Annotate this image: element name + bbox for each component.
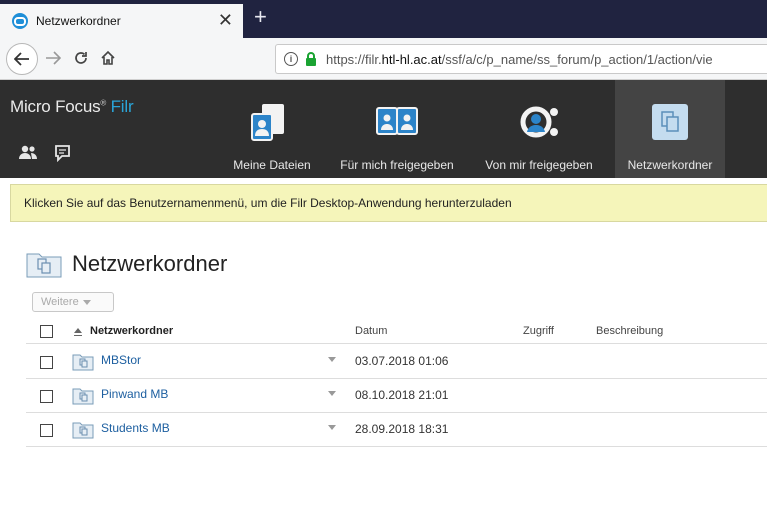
- row-menu-icon[interactable]: [328, 391, 336, 396]
- users-icon[interactable]: [18, 144, 38, 160]
- weitere-button[interactable]: Weitere: [32, 292, 114, 312]
- page-title-text: Netzwerkordner: [72, 251, 228, 276]
- shared-by-me-icon: [520, 106, 558, 138]
- arrow-right-icon: [46, 51, 61, 65]
- tab-title: Netzwerkordner: [36, 14, 121, 28]
- row-checkbox[interactable]: [40, 356, 53, 369]
- browser-nav-bar: i https://filr.htl-hl.ac.at/ssf/a/c/p_na…: [0, 38, 767, 80]
- url-text: https://filr.htl-hl.ac.at/ssf/a/c/p_name…: [326, 51, 713, 67]
- info-message: Klicken Sie auf das Benutzernamenmenü, u…: [24, 196, 512, 210]
- reload-button[interactable]: [70, 47, 92, 69]
- row-menu-icon[interactable]: [328, 425, 336, 430]
- table-row[interactable]: Students MB 28.09.2018 18:31: [26, 413, 767, 447]
- comment-icon[interactable]: [54, 144, 72, 162]
- arrow-left-icon: [14, 52, 29, 66]
- download-info-bar: Klicken Sie auf das Benutzernamenmenü, u…: [10, 184, 767, 222]
- row-date: 08.10.2018 21:01: [355, 388, 449, 402]
- column-zugriff[interactable]: Zugriff: [523, 325, 554, 337]
- my-files-icon: [251, 104, 284, 141]
- page-title: Netzwerkordner: [26, 250, 227, 278]
- row-date: 03.07.2018 01:06: [355, 354, 449, 368]
- forward-button[interactable]: [42, 47, 64, 69]
- shared-with-me-icon: [376, 107, 418, 135]
- tab-label: Von mir freigegeben: [485, 158, 593, 172]
- filr-header: Micro Focus® Filr Meine Dateien Für mich…: [0, 80, 767, 178]
- caret-down-icon: [82, 299, 91, 305]
- select-all-checkbox[interactable]: [40, 325, 53, 338]
- table-header: Netzwerkordner Datum Zugriff Beschreibun…: [26, 320, 767, 344]
- tab-von-mir-freigegeben[interactable]: Von mir freigegeben: [474, 80, 604, 178]
- row-date: 28.09.2018 18:31: [355, 422, 449, 436]
- row-checkbox[interactable]: [40, 390, 53, 403]
- network-folder-icon: [652, 104, 688, 140]
- tab-fuer-mich-freigegeben[interactable]: Für mich freigegeben: [330, 80, 464, 178]
- row-menu-icon[interactable]: [328, 357, 336, 362]
- network-folder-icon: [26, 253, 62, 278]
- back-button[interactable]: [6, 43, 38, 75]
- folder-link[interactable]: Students MB: [101, 421, 170, 435]
- browser-tab-bar: Netzwerkordner ✕ +: [0, 0, 767, 38]
- network-folder-icon: [72, 354, 94, 371]
- close-tab-icon[interactable]: ✕: [218, 10, 233, 30]
- column-netzwerkordner[interactable]: Netzwerkordner: [90, 325, 173, 337]
- sort-ascending-icon[interactable]: [74, 328, 82, 336]
- micro-focus-filr-logo: Micro Focus® Filr: [10, 97, 134, 116]
- tab-meine-dateien[interactable]: Meine Dateien: [224, 80, 320, 178]
- url-bar[interactable]: i https://filr.htl-hl.ac.at/ssf/a/c/p_na…: [275, 44, 767, 74]
- folder-link[interactable]: Pinwand MB: [101, 387, 168, 401]
- row-checkbox[interactable]: [40, 424, 53, 437]
- network-folder-icon: [72, 422, 94, 439]
- table-row[interactable]: MBStor 03.07.2018 01:06: [26, 345, 767, 379]
- lock-icon: [306, 52, 316, 66]
- tab-label: Meine Dateien: [233, 158, 311, 172]
- tab-label: Netzwerkordner: [627, 158, 713, 172]
- folder-link[interactable]: MBStor: [101, 353, 141, 367]
- column-datum[interactable]: Datum: [355, 325, 387, 337]
- home-icon: [101, 50, 115, 65]
- table-row[interactable]: Pinwand MB 08.10.2018 21:01: [26, 379, 767, 413]
- new-tab-button[interactable]: +: [254, 6, 267, 28]
- column-beschreibung[interactable]: Beschreibung: [596, 325, 663, 337]
- browser-tab[interactable]: Netzwerkordner ✕: [0, 4, 243, 38]
- network-folder-icon: [72, 388, 94, 405]
- home-button[interactable]: [97, 47, 119, 69]
- tab-netzwerkordner[interactable]: Netzwerkordner: [615, 80, 725, 178]
- reload-icon: [75, 52, 87, 64]
- info-icon[interactable]: i: [284, 52, 298, 66]
- filr-favicon-icon: [12, 13, 28, 29]
- tab-label: Für mich freigegeben: [340, 158, 454, 172]
